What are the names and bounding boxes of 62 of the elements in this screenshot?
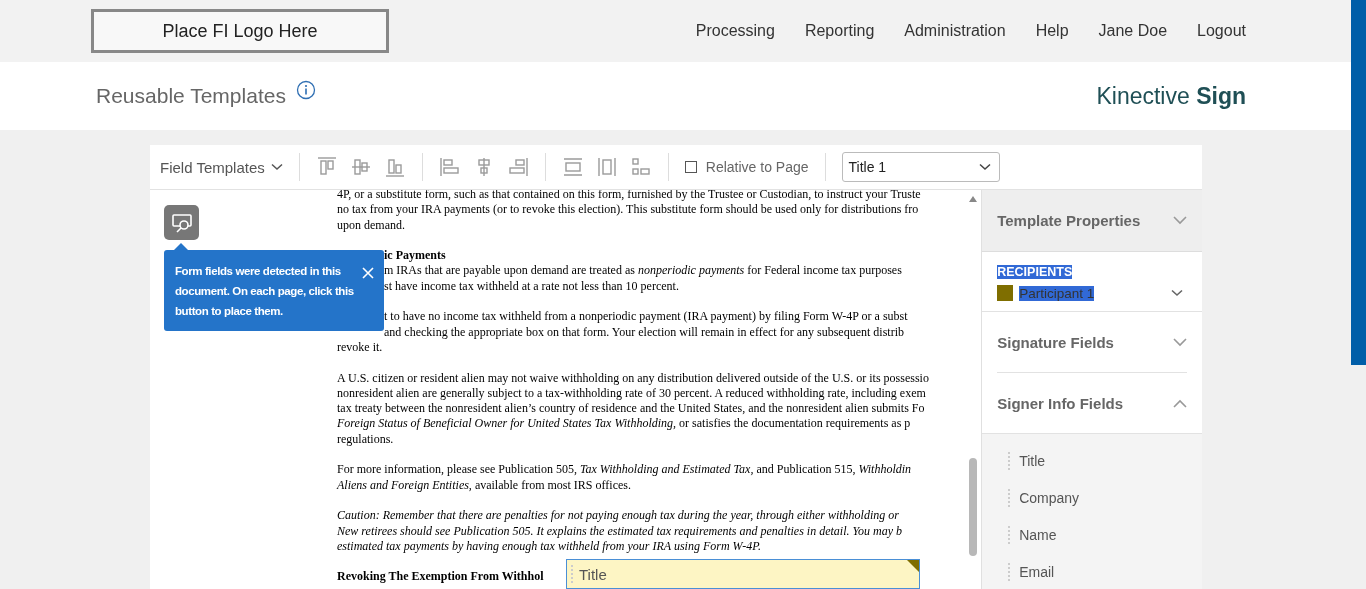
field-item[interactable]: Title <box>982 442 1202 479</box>
document-text: revoke it. <box>337 339 383 356</box>
nav-link[interactable]: Administration <box>904 22 1006 40</box>
document-text: For more information, please see Publication 505, Tax Withholding and Estimated Tax, and Publication 515, Withholdin <box>337 462 912 478</box>
document-heading: Revoking The Exemption From Withhol <box>337 569 544 585</box>
nav-link[interactable]: Logout <box>1197 22 1246 40</box>
chevron-down-icon <box>978 163 991 171</box>
document-text: Aliens and Foreign Entities, available from most IRS offices. <box>337 477 631 493</box>
document-text: nonresident alien are generally subject to a tax-withholding rate of 30 percent. A reduced withholding rate, including exem <box>337 385 926 402</box>
nav-link[interactable]: Reporting <box>804 22 875 40</box>
field-templates-menu[interactable]: Field Templates <box>160 158 283 176</box>
align-middle-icon[interactable] <box>349 156 372 178</box>
document-text: A U.S. citizen or resident alien may not waive withholding on any distribution delivered outside of the U.S. or its possessio <box>337 370 929 386</box>
recipients-label: RECIPIENTS <box>997 265 1073 279</box>
document-text: t to have no income tax withheld from a nonperiodic payment (IRA payment) by filing Form W-4P or a subst <box>384 309 908 325</box>
distribute-vertical-icon[interactable] <box>561 156 584 178</box>
nav-link[interactable]: Jane Doe <box>1098 22 1168 40</box>
distribute-horizontal-icon[interactable] <box>595 156 618 178</box>
align-top-icon[interactable] <box>315 156 338 178</box>
field-item[interactable]: Name <box>982 516 1202 553</box>
chevron-down-icon[interactable] <box>1173 337 1187 347</box>
scroll-up-arrow-icon[interactable] <box>969 196 978 202</box>
section-heading[interactable]: Signer Info Fields <box>997 394 1124 412</box>
chevron-down-icon <box>270 163 283 171</box>
relative-to-page-checkbox[interactable]: Relative to Page <box>684 159 809 175</box>
document-text: ic Payments <box>384 248 446 264</box>
document-text: upon demand. <box>337 217 405 233</box>
nav-link[interactable]: Help <box>1035 22 1069 40</box>
document-text: estimated tax payments by having enough tax withheld from your IRA using Form W-4P. <box>337 538 761 555</box>
align-left-icon[interactable] <box>438 156 461 178</box>
tooltip-text: Form fields were detected in this document. On each page, click this button to place them. <box>175 264 355 319</box>
chevron-down-icon[interactable] <box>1171 289 1183 297</box>
corner-triangle-icon <box>907 560 919 572</box>
document-text: Caution: Remember that there are penalties for not paying enough tax during the year, through either withholding or <box>337 508 899 524</box>
document-text: New retirees should see Publication 505. It explains the estimated tax requirements and penalties in detail. You may b <box>337 523 903 539</box>
detect-fields-button[interactable] <box>164 205 199 240</box>
document-text: 4P, or a substitute form, such as that contained on this form, furnished by the Trustee or Custodian, to instruct your Truste <box>337 190 921 203</box>
nav-link[interactable]: Processing <box>695 22 775 40</box>
title-field[interactable]: Title <box>566 559 920 589</box>
align-bottom-icon[interactable] <box>383 156 406 178</box>
document-text: Foreign Status of Beneficial Owner for United States Tax Withholding, or satisfies the documentation requirements as p <box>337 416 911 432</box>
info-icon[interactable] <box>295 80 316 100</box>
section-heading[interactable]: Signature Fields <box>997 333 1114 351</box>
document-text: and checking the appropriate box on that form. Your election will remain in effect for any subsequent distrib <box>384 324 904 340</box>
grid-icon[interactable] <box>629 156 652 178</box>
field-item[interactable]: Email <box>982 553 1202 589</box>
document-text: m IRAs that are payable upon demand are treated as nonperiodic payments for Federal income tax purposes <box>384 263 902 279</box>
document-text: no tax from your IRA payments (or to revoke this election). This substitute form should be used only for distributions fro <box>337 202 919 218</box>
panel-heading: Template Properties <box>997 212 1141 229</box>
magnifier-screen-icon <box>170 212 193 233</box>
brand-logo: Kinective Sign <box>1096 82 1246 110</box>
logo-placeholder-text: Place FI Logo Here <box>162 20 318 42</box>
chevron-up-icon[interactable] <box>1173 398 1187 408</box>
field-item[interactable]: Company <box>982 479 1202 516</box>
align-right-icon[interactable] <box>506 156 529 178</box>
document-text: st have income tax withheld at a rate not less than 10 percent. <box>384 278 679 295</box>
page-title: Reusable Templates <box>96 84 286 108</box>
close-icon[interactable] <box>362 267 374 279</box>
chevron-down-icon[interactable] <box>1173 216 1187 225</box>
document-text: regulations. <box>337 431 394 448</box>
document-text: tax treaty between the nonresident alien’s country of residence and the United States, and the nonresident alien submits Fo <box>337 401 925 417</box>
title-select[interactable]: Title 1 <box>841 152 1000 182</box>
